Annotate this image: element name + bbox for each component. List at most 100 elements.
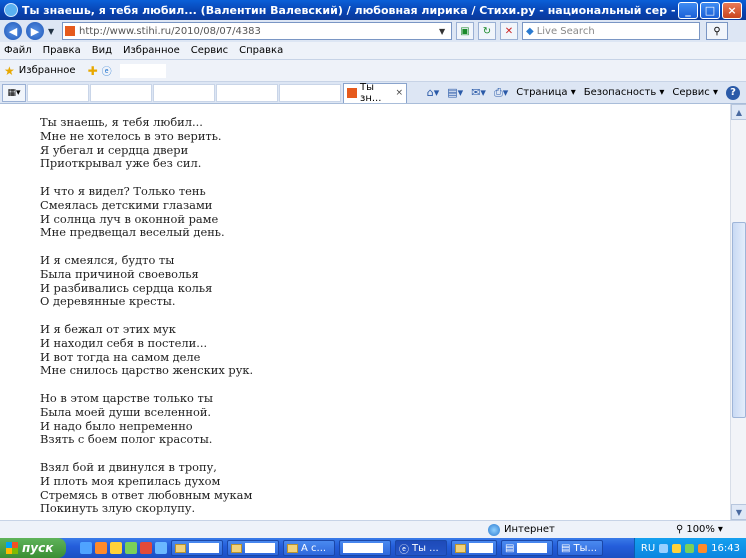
url-dropdown-icon[interactable]: ▼ — [439, 27, 451, 36]
poem-line: И надо было непременно — [40, 418, 193, 433]
menu-favorites[interactable]: Избранное — [123, 45, 180, 56]
poem-line: Смеялась детскими глазами — [40, 197, 213, 212]
poem-line: И плоть моя крепилась духом — [40, 473, 221, 488]
quicklaunch-icon[interactable] — [140, 542, 152, 554]
back-button[interactable]: ◀ — [4, 22, 22, 40]
print-icon[interactable]: ⎙▾ — [494, 86, 508, 100]
poem-line: Взять с боем полог красоты. — [40, 432, 213, 447]
poem-line: И я смеялся, будто ты — [40, 252, 175, 267]
favorite-item[interactable] — [119, 63, 166, 78]
zoom-dropdown-icon[interactable]: ▾ — [718, 524, 723, 535]
quicklaunch-icon[interactable] — [110, 542, 122, 554]
start-button[interactable]: пуск — [0, 538, 66, 558]
url-field[interactable]: http://www.stihi.ru/2010/08/07/4383 ▼ — [62, 22, 452, 40]
poem-line: Ты знаешь, я тебя любил... — [40, 115, 203, 129]
taskbar-item[interactable] — [339, 540, 391, 556]
tab[interactable] — [90, 83, 152, 102]
history-dropdown-icon[interactable]: ▼ — [48, 27, 58, 36]
ie-page-icon[interactable]: ⓔ — [102, 63, 112, 78]
tab-favicon-icon — [347, 88, 357, 98]
quick-tabs-icon[interactable]: ▦▾ — [2, 83, 26, 102]
address-bar: ◀ ▶ ▼ http://www.stihi.ru/2010/08/07/438… — [0, 20, 746, 42]
quick-launch — [80, 542, 167, 554]
tray-icon[interactable] — [659, 543, 669, 553]
page-menu[interactable]: Страница ▾ — [516, 87, 575, 98]
magnifier-icon: ⚲ — [713, 25, 721, 37]
language-indicator[interactable]: RU — [641, 543, 655, 554]
quicklaunch-icon[interactable] — [155, 542, 167, 554]
tray-icon[interactable] — [685, 543, 695, 553]
help-icon[interactable]: ? — [726, 85, 740, 100]
refresh-icon[interactable]: ↻ — [478, 22, 496, 40]
taskbar-item[interactable] — [227, 540, 279, 556]
poem-line: Покинуть злую скорлупу. — [40, 501, 196, 516]
taskbar-item-last[interactable]: ▤ Ты... — [557, 540, 603, 556]
tools-menu[interactable]: Сервис ▾ — [672, 87, 718, 98]
redacted-label — [517, 543, 548, 553]
quicklaunch-icon[interactable] — [80, 542, 92, 554]
feeds-icon[interactable]: ▤▾ — [447, 86, 463, 99]
tab[interactable] — [27, 83, 89, 102]
zoom-control[interactable]: ⚲ 100% ▾ — [676, 524, 723, 535]
zone-label: Интернет — [504, 524, 555, 535]
forward-button[interactable]: ▶ — [26, 22, 44, 40]
mail-icon[interactable]: ✉▾ — [471, 86, 486, 99]
home-icon[interactable]: ⌂▾ — [427, 86, 440, 99]
poem-line: И находил себя в постели... — [40, 335, 208, 350]
taskbar-item-ie[interactable]: ⓔ Ты ... — [395, 540, 447, 556]
quicklaunch-icon[interactable] — [95, 542, 107, 554]
window-title: Ты знаешь, я тебя любил... (Валентин Вал… — [22, 3, 678, 17]
tab[interactable] — [279, 83, 341, 102]
menu-tools[interactable]: Сервис — [191, 45, 228, 56]
task-label: Ты... — [573, 542, 597, 554]
poem-text: Ты знаешь, я тебя любил... Мне не хотелос… — [40, 115, 253, 520]
tab-close-icon[interactable]: × — [395, 88, 403, 98]
tab[interactable] — [153, 83, 215, 102]
folder-icon — [455, 543, 466, 553]
taskbar-item[interactable]: ▤ — [501, 540, 553, 556]
tab[interactable] — [216, 83, 278, 102]
tab-active[interactable]: Ты зн... × — [343, 82, 407, 104]
security-menu[interactable]: Безопасность ▾ — [584, 87, 665, 98]
scroll-thumb[interactable] — [732, 222, 746, 418]
vertical-scrollbar[interactable]: ▲ ▼ — [730, 104, 746, 520]
favorites-star-icon[interactable]: ★ — [4, 64, 15, 78]
tray-icon[interactable] — [698, 543, 708, 553]
taskbar-item-a[interactable]: А с... — [283, 540, 335, 556]
minimize-button[interactable]: _ — [678, 1, 698, 19]
magnifier-icon: ⚲ — [676, 524, 684, 535]
status-bar: Интернет ⚲ 100% ▾ — [0, 520, 746, 538]
tab-bar: ▦▾ Ты зн... × ⌂▾ ▤▾ ✉▾ ⎙▾ Страница ▾ Без… — [0, 82, 746, 104]
menu-help[interactable]: Справка — [239, 45, 283, 56]
search-input[interactable]: ◆ Live Search — [522, 22, 700, 40]
taskbar-item[interactable] — [451, 540, 497, 556]
stop-icon[interactable]: ✕ — [500, 22, 518, 40]
scroll-up-icon[interactable]: ▲ — [731, 104, 746, 120]
tab-label: Ты зн... — [360, 82, 382, 104]
favorites-label[interactable]: Избранное — [19, 65, 76, 76]
poem-stanza: И я бежал от этих мук И находил себя в по… — [40, 322, 253, 378]
taskbar: пуск А с... ⓔ Ты ... ▤ ▤ Ты... RU 16:43 — [0, 538, 746, 558]
poem-stanza: И я смеялся, будто ты Была причиной своев… — [40, 252, 253, 309]
close-button[interactable]: × — [722, 1, 742, 19]
compatibility-icon[interactable]: ▣ — [456, 22, 474, 40]
add-favorite-icon[interactable]: ✚ — [88, 64, 98, 78]
poem-line: Мне не хотелось в это верить. — [40, 128, 222, 143]
search-placeholder: Live Search — [536, 25, 595, 37]
maximize-button[interactable]: □ — [700, 1, 720, 19]
quicklaunch-icon[interactable] — [125, 542, 137, 554]
menu-bar: Файл Правка Вид Избранное Сервис Справка — [0, 42, 746, 60]
menu-file[interactable]: Файл — [4, 45, 32, 56]
taskbar-item[interactable] — [171, 540, 223, 556]
window-controls: _ □ × — [678, 1, 742, 19]
menu-view[interactable]: Вид — [92, 45, 112, 56]
poem-line: Приоткрывал уже без сил. — [40, 156, 202, 171]
poem-stanza: Взял бой и двинулся в тропу, И плоть моя … — [40, 460, 253, 516]
tray-icon[interactable] — [672, 543, 682, 553]
poem-stanza: И что я видел? Только тень Смеялась детск… — [40, 184, 253, 240]
menu-edit[interactable]: Правка — [43, 45, 81, 56]
scroll-down-icon[interactable]: ▼ — [731, 504, 746, 520]
search-button[interactable]: ⚲ — [706, 22, 728, 40]
redacted-label — [245, 543, 275, 553]
page-content: Ты знаешь, я тебя любил... Мне не хотелос… — [0, 104, 730, 520]
